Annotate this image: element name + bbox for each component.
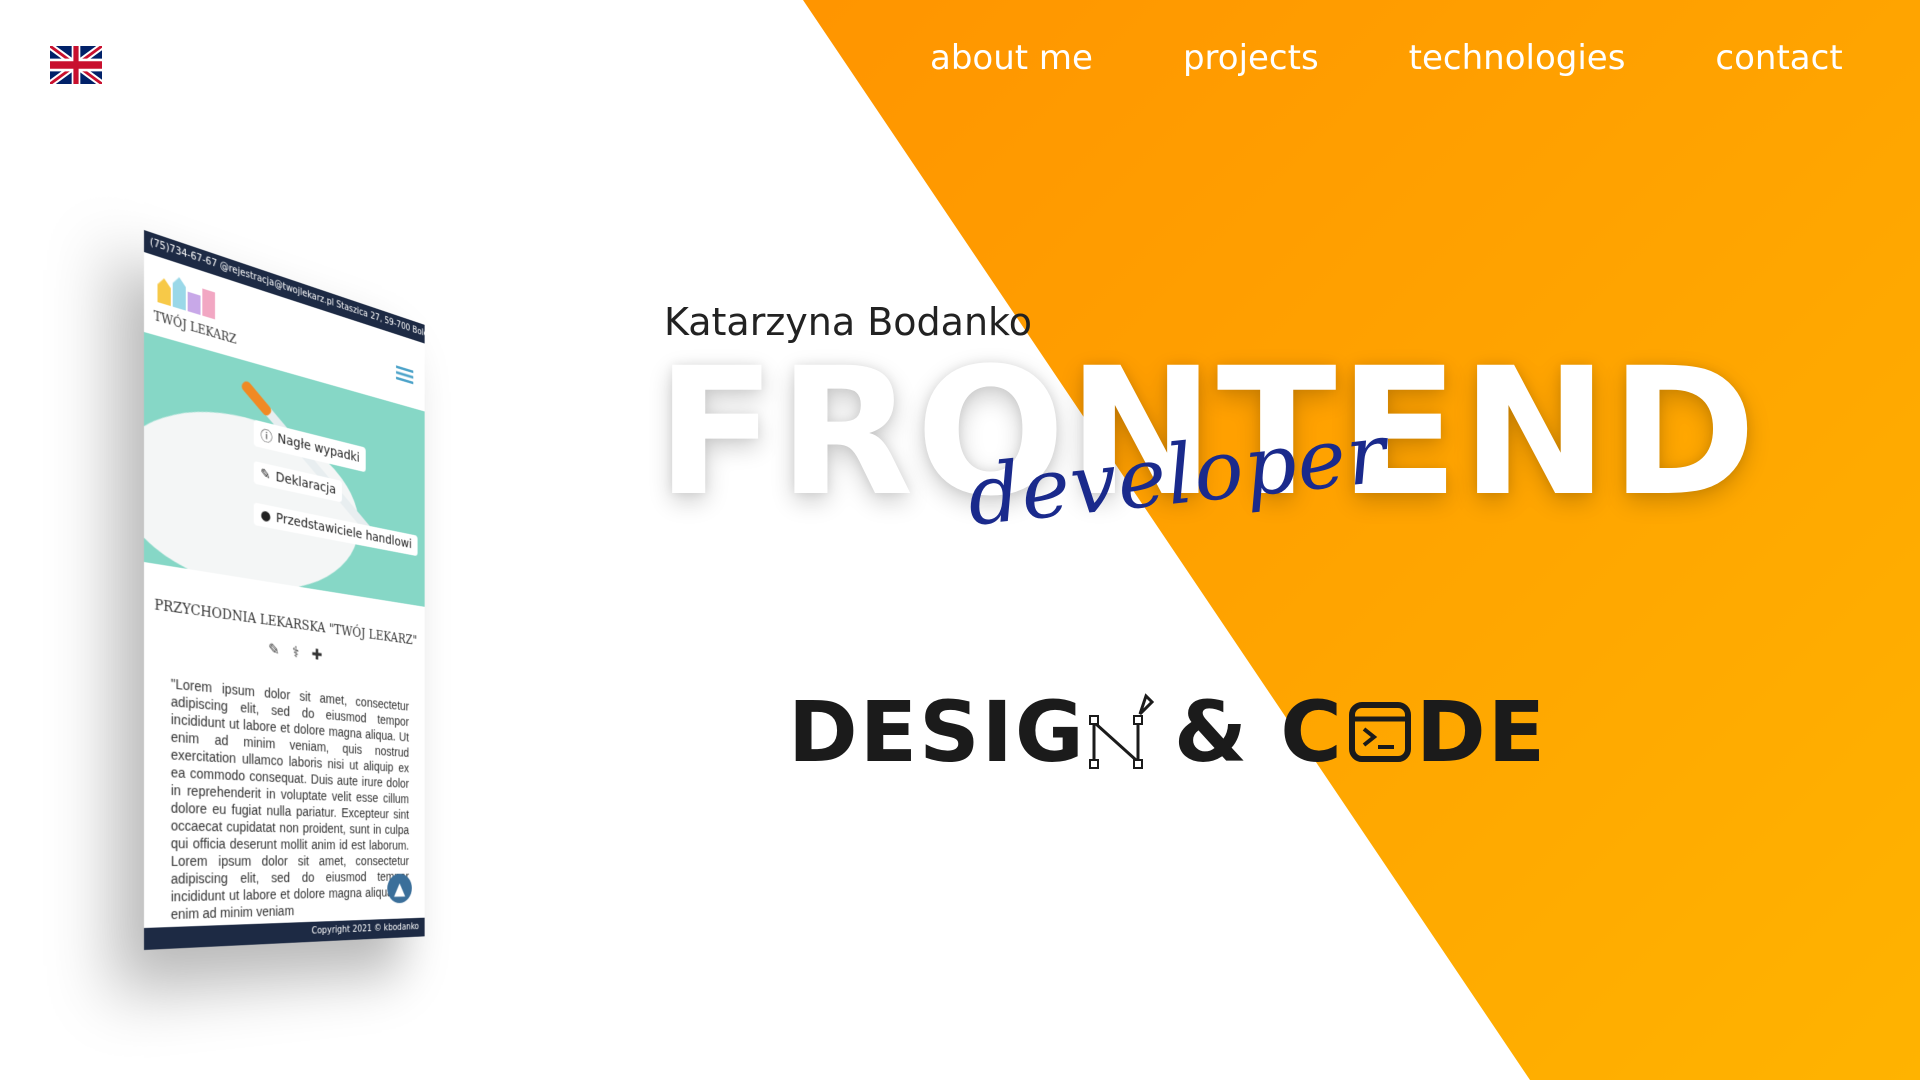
document-icon: ✎ <box>260 466 271 484</box>
alert-icon: ⓘ <box>260 427 273 446</box>
uk-flag-icon[interactable] <box>50 46 102 84</box>
terminal-icon <box>1348 702 1411 762</box>
nav-projects[interactable]: projects <box>1183 38 1319 78</box>
nav-contact[interactable]: contact <box>1715 38 1842 78</box>
mockup-content: PRZYCHODNIA LEKARSKA "TWÓJ LEKARZ" ✎ ⚕ ✚… <box>144 562 425 950</box>
first-aid-icon: ✚ <box>311 645 323 664</box>
tagline-part-and-c: & C <box>1173 683 1344 781</box>
tagline-part-design: DESIG <box>788 683 1086 781</box>
syringe-icon: ✎ <box>268 639 280 659</box>
mockup-screen: (75)734-67-67 @rejestracja@twojlekarz.pl… <box>144 230 425 950</box>
tagline: DESIG & C DE <box>788 690 1547 774</box>
nav-technologies[interactable]: technologies <box>1409 38 1626 78</box>
tagline-part-de: DE <box>1415 683 1548 781</box>
stethoscope-icon: ⚕ <box>292 642 300 662</box>
mockup-syringe-cap <box>239 379 273 418</box>
person-icon: ● <box>260 507 271 525</box>
hamburger-menu-icon <box>396 365 414 385</box>
pen-tool-icon <box>1088 693 1154 769</box>
main-nav: about me projects technologies contact <box>930 38 1843 78</box>
nav-about-me[interactable]: about me <box>930 38 1093 78</box>
mockup-body-text: "Lorem ipsum dolor sit amet, consectetur… <box>170 675 410 923</box>
project-mockup[interactable]: (75)734-67-67 @rejestracja@twojlekarz.pl… <box>144 230 484 950</box>
